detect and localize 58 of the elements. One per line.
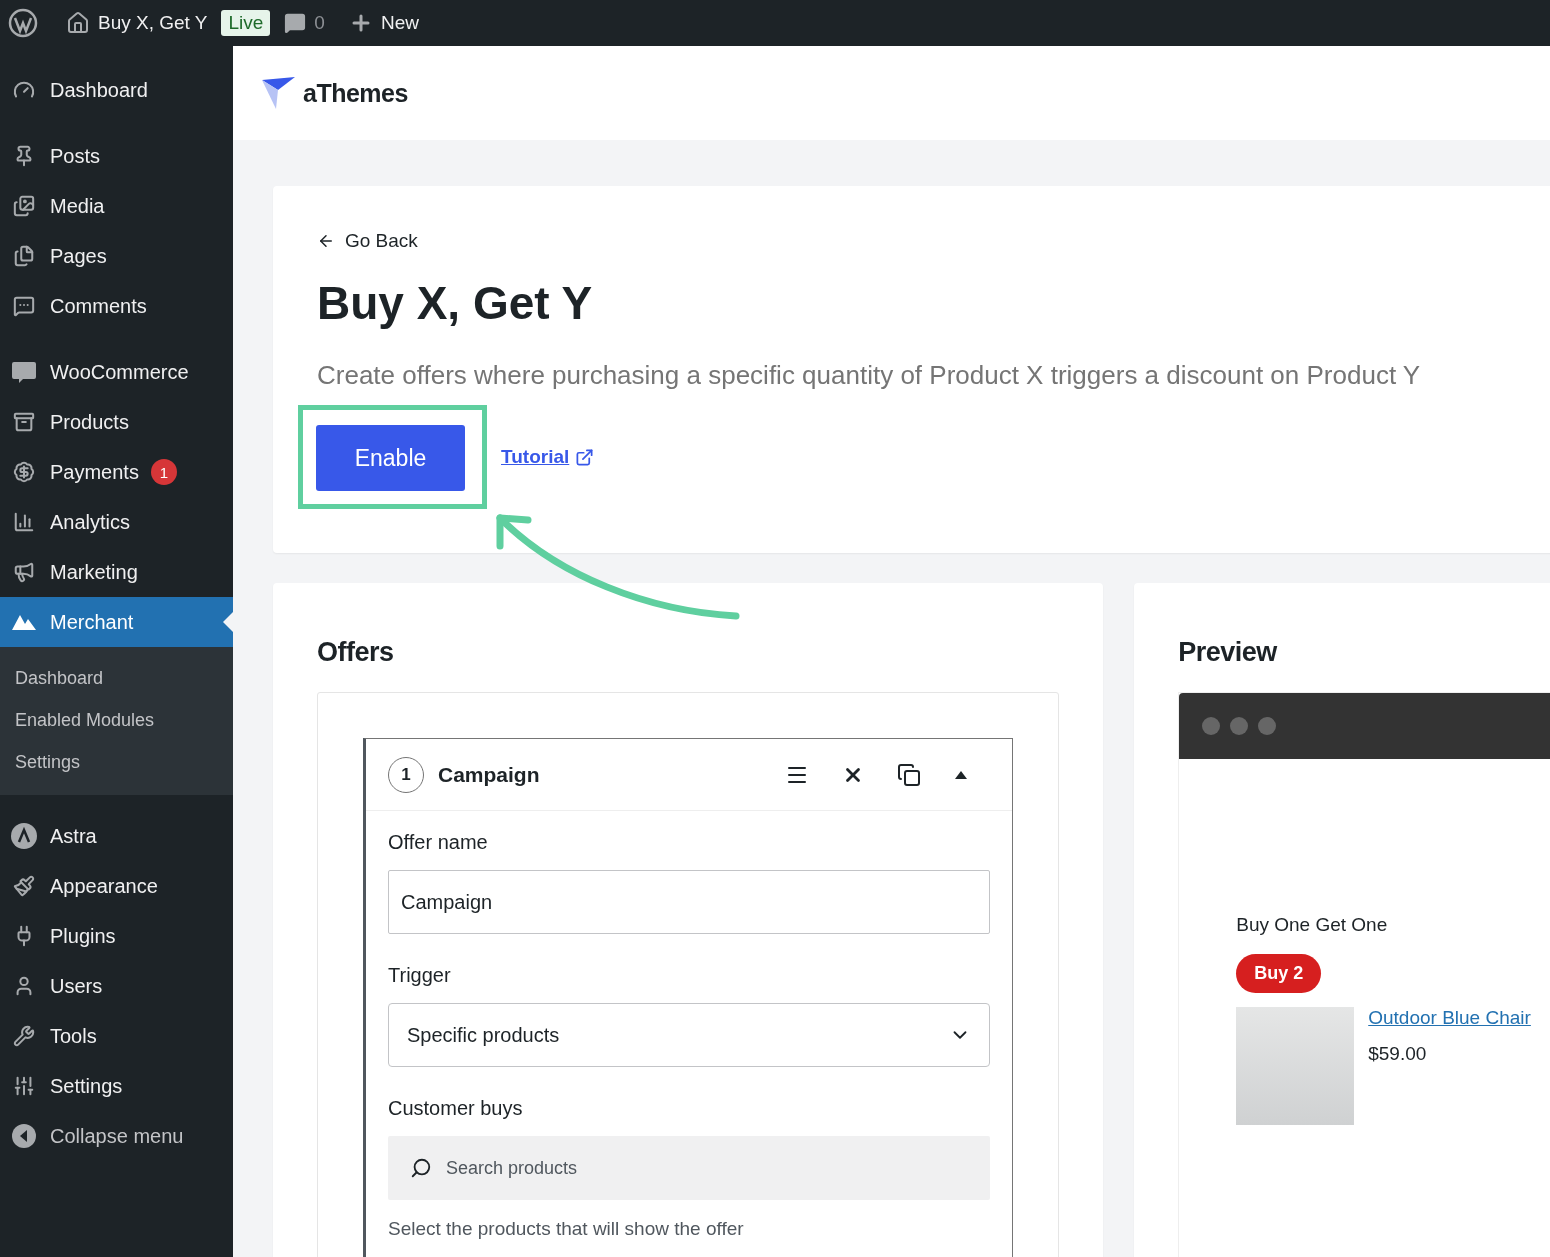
duplicate-icon[interactable] [897, 762, 922, 787]
sidebar-item[interactable]: Merchant [0, 597, 233, 647]
field-label: Customer buys [388, 1097, 524, 1120]
home-icon[interactable] [66, 11, 90, 35]
sidebar-item[interactable]: Astra [0, 811, 233, 861]
sidebar-item[interactable]: Tools [0, 1011, 233, 1061]
go-back-link[interactable]: Go Back [317, 230, 1550, 252]
offer-badge: Buy 2 [1236, 954, 1322, 993]
sidebar-item[interactable]: Posts [0, 131, 233, 181]
notification-badge: 1 [150, 459, 177, 485]
wordpress-logo-icon[interactable] [8, 8, 38, 38]
offer-heading: Buy One Get One [1236, 914, 1389, 936]
sidebar-item[interactable]: WooCommerce [0, 347, 233, 397]
product-search-field[interactable]: Search products [388, 1136, 991, 1200]
submenu-item[interactable]: Settings [0, 741, 233, 783]
search-icon [410, 1157, 432, 1179]
collapse-icon[interactable] [11, 1123, 37, 1149]
sidebar-item[interactable]: Settings [0, 1061, 233, 1111]
woo-bubble-icon [10, 360, 38, 384]
section-title: Offers [317, 637, 395, 668]
section-title: Preview [1178, 637, 1279, 668]
product-link[interactable]: Outdoor Blue Chair [1368, 1007, 1531, 1029]
module-title: Buy X, Get Y [317, 276, 594, 330]
field-label: Trigger [388, 964, 452, 987]
sidebar-item[interactable]: Analytics [0, 497, 233, 547]
sidebar-item[interactable]: Marketing [0, 547, 233, 597]
offer-name-field[interactable]: Campaign [388, 870, 991, 934]
sidebar-item[interactable]: Users [0, 961, 233, 1011]
status-badge: Live [221, 10, 271, 36]
brand-name: aThemes [303, 78, 408, 108]
product-price: $59.00 [1368, 1043, 1428, 1065]
sidebar-item[interactable]: Comments [0, 281, 233, 331]
caret-icon[interactable] [954, 769, 969, 780]
sidebar-item[interactable]: Collapse menu [0, 1111, 233, 1161]
submenu-item[interactable]: Enabled Modules [0, 699, 233, 741]
module-description: Create offers where purchasing a specific quantity of Product X triggers a discount on Product Y [317, 360, 1422, 391]
submenu-item[interactable]: Dashboard [0, 657, 233, 699]
site-title-link[interactable]: Buy X, Get Y [98, 12, 208, 34]
sidebar-item[interactable]: Plugins [0, 911, 233, 961]
enable-button[interactable]: Enable [316, 425, 465, 491]
trigger-select[interactable]: Specific products [388, 1003, 991, 1067]
field-hint: Select the products that will show the offer [388, 1218, 745, 1240]
comment-count[interactable]: 0 [314, 12, 325, 34]
sidebar-item[interactable]: Products [0, 397, 233, 447]
sidebar-item[interactable]: Dashboard [0, 65, 233, 115]
current-page-pointer [223, 612, 233, 632]
campaign-title: Campaign [438, 762, 541, 787]
sidebar-item[interactable]: Pages [0, 231, 233, 281]
sidebar-item[interactable]: Appearance [0, 861, 233, 911]
new-link[interactable]: New [380, 12, 419, 34]
comment-icon[interactable] [284, 12, 307, 34]
tutorial-link[interactable]: Tutorial [501, 446, 595, 468]
astra-logo-icon [10, 822, 38, 850]
paper-plane-logo-icon [261, 76, 297, 110]
field-label: Offer name [388, 831, 489, 854]
sidebar-item[interactable]: Media [0, 181, 233, 231]
sidebar-item[interactable]: Payments 1 [0, 447, 233, 497]
external-link-icon [575, 447, 595, 467]
